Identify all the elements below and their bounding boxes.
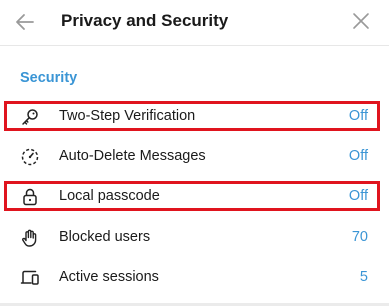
header: Privacy and Security [0,0,389,46]
hand-icon [20,228,40,248]
page-title: Privacy and Security [61,11,229,30]
blocked-users-value: 70 [351,229,368,245]
key-icon [20,107,40,127]
blocked-users-row[interactable]: Blocked users 70 [0,218,389,258]
lock-icon [20,187,40,207]
active-sessions-row[interactable]: Active sessions 5 [0,258,389,298]
active-sessions-value: 5 [359,269,368,285]
close-icon [353,13,369,29]
two-step-verification-value: Off [348,108,368,124]
auto-delete-messages-label: Auto-Delete Messages [59,148,206,164]
active-sessions-label: Active sessions [59,269,159,285]
local-passcode-label: Local passcode [59,188,160,204]
timer-icon [20,147,40,167]
auto-delete-messages-row[interactable]: Auto-Delete Messages Off [0,137,389,177]
arrow-left-icon [16,14,34,30]
devices-icon [20,268,40,288]
blocked-users-label: Blocked users [59,229,151,245]
two-step-verification-row[interactable]: Two-Step Verification Off [0,97,389,137]
two-step-verification-label: Two-Step Verification [59,108,196,124]
back-button[interactable] [12,9,38,35]
local-passcode-row[interactable]: Local passcode Off [0,177,389,217]
auto-delete-messages-value: Off [348,148,368,164]
local-passcode-value: Off [348,188,368,204]
section-title-security: Security [20,70,78,86]
close-button[interactable] [350,10,372,32]
